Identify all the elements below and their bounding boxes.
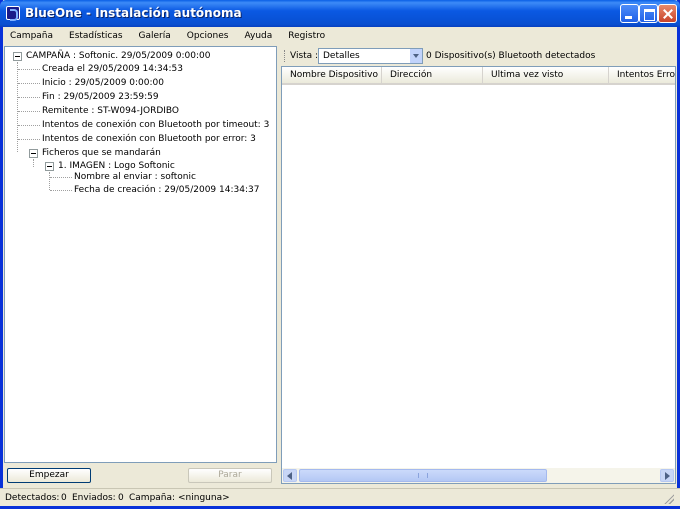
menu-ayuda[interactable]: Ayuda <box>244 31 272 41</box>
tree-connector <box>50 190 72 191</box>
tree-item-files[interactable]: Ficheros que se mandarán <box>42 147 161 159</box>
campaign-controls: Empezar Parar <box>4 467 277 485</box>
tree-item-end[interactable]: Fin : 29/05/2009 23:59:59 <box>42 91 159 103</box>
scroll-left-icon[interactable] <box>283 469 297 482</box>
toolbar-grip[interactable] <box>284 50 286 62</box>
device-count-status: 0 Dispositivo(s) Bluetooth detectados <box>426 51 596 61</box>
collapse-image-icon[interactable] <box>45 162 54 171</box>
tree-item-creation-date[interactable]: Fecha de creación : 29/05/2009 14:34:37 <box>74 184 259 196</box>
title-bar[interactable]: BlueOne - Instalación autónoma <box>0 0 680 27</box>
start-button[interactable]: Empezar <box>7 468 91 483</box>
tree-item-timeout-retries[interactable]: Intentos de conexión con Bluetooth por t… <box>42 119 269 131</box>
menu-campana[interactable]: Campaña <box>10 31 53 41</box>
scroll-right-icon[interactable] <box>660 469 674 482</box>
collapse-root-icon[interactable] <box>13 52 22 61</box>
status-detected-value: 0 <box>61 493 67 503</box>
status-sent-value: 0 <box>118 493 124 503</box>
window-title: BlueOne - Instalación autónoma <box>25 6 242 20</box>
tree-connector <box>18 139 40 140</box>
tree-connector <box>49 172 50 190</box>
view-mode-value: Detalles <box>323 51 360 61</box>
tree-root-campaign[interactable]: CAMPAÑA : Softonic. 29/05/2009 0:00:00 <box>26 50 210 62</box>
menu-estadisticas[interactable]: Estadísticas <box>69 31 123 41</box>
app-icon[interactable] <box>6 6 20 21</box>
tree-item-sender[interactable]: Remitente : ST-W094-JORDIBO <box>42 105 179 117</box>
tree-connector <box>50 177 72 178</box>
column-last-seen[interactable]: Ultima vez visto <box>483 67 609 84</box>
menu-registro[interactable]: Registro <box>288 31 325 41</box>
tree-item-start[interactable]: Inicio : 29/05/2009 0:00:00 <box>42 77 164 89</box>
column-error-retries[interactable]: Intentos Error <box>609 67 675 84</box>
column-device-name[interactable]: Nombre Dispositivo <box>282 67 382 84</box>
status-bar: Detectados: 0 Enviados: 0 Campaña: <ning… <box>0 488 680 506</box>
status-sent-label: Enviados: <box>72 493 116 503</box>
menu-galeria[interactable]: Galería <box>139 31 171 41</box>
minimize-button[interactable] <box>620 4 639 23</box>
horizontal-scrollbar[interactable] <box>282 468 675 483</box>
tree-connector <box>18 125 40 126</box>
status-detected-label: Detectados: <box>5 493 60 503</box>
tree-item-send-name[interactable]: Nombre al enviar : softonic <box>74 171 196 183</box>
resize-grip-icon[interactable] <box>663 493 674 504</box>
scroll-thumb[interactable] <box>299 469 547 482</box>
dropdown-arrow-icon[interactable] <box>410 49 422 63</box>
stop-button[interactable]: Parar <box>188 468 272 483</box>
status-campaign-value: <ninguna> <box>178 493 230 503</box>
view-mode-select[interactable]: Detalles <box>318 48 423 64</box>
collapse-files-icon[interactable] <box>29 149 38 158</box>
menu-bar: Campaña Estadísticas Galería Opciones Ay… <box>3 27 677 45</box>
view-toolbar: Vista : Detalles 0 Dispositivo(s) Blueto… <box>281 46 676 66</box>
column-address[interactable]: Dirección <box>382 67 483 84</box>
list-header: Nombre Dispositivo Dirección Ultima vez … <box>282 67 675 85</box>
device-list[interactable]: Nombre Dispositivo Dirección Ultima vez … <box>281 66 676 484</box>
tree-connector <box>33 159 34 167</box>
tree-connector <box>18 83 40 84</box>
tree-connector <box>18 111 40 112</box>
tree-item-created[interactable]: Creada el 29/05/2009 14:34:53 <box>42 63 183 75</box>
vista-label: Vista : <box>290 51 319 61</box>
close-button[interactable] <box>658 4 677 23</box>
tree-connector <box>18 97 40 98</box>
campaign-tree[interactable]: CAMPAÑA : Softonic. 29/05/2009 0:00:00 C… <box>4 46 277 463</box>
maximize-button[interactable] <box>639 4 658 23</box>
menu-opciones[interactable]: Opciones <box>187 31 229 41</box>
status-campaign-label: Campaña: <box>129 493 176 503</box>
tree-item-error-retries[interactable]: Intentos de conexión con Bluetooth por e… <box>42 133 256 145</box>
tree-connector <box>18 69 40 70</box>
